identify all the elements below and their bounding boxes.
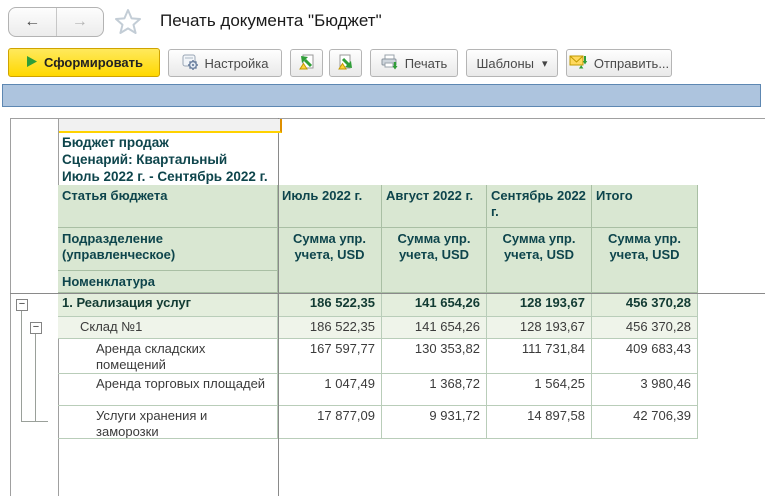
frozen-column-line [278,118,279,496]
header-department[interactable]: Подразделение (управленческое) [58,228,278,271]
move-left-button[interactable] [290,49,323,77]
generate-button-label: Сформировать [44,55,143,70]
forward-arrow-icon: → [72,13,88,31]
templates-button-label: Шаблоны [476,56,534,71]
header-august[interactable]: Август 2022 г. [382,185,487,228]
frozen-row-line [10,293,765,294]
cell-value[interactable]: 3 980,46 [592,374,698,406]
page-title: Печать документа "Бюджет" [160,11,382,31]
header-nomenclature[interactable]: Номенклатура [58,271,278,293]
selected-cell[interactable] [59,119,282,133]
cell-value[interactable]: 186 522,35 [278,293,382,317]
send-button-label: Отправить... [594,56,669,71]
header-measure[interactable]: Сумма упр. учета, USD [487,228,592,293]
info-bar[interactable] [2,84,761,107]
cell-value[interactable]: 17 877,09 [278,406,382,439]
cell-value[interactable]: 409 683,43 [592,339,698,374]
row-label[interactable]: Склад №1 [58,317,278,339]
print-button-label: Печать [405,56,448,71]
cell-value[interactable]: 141 654,26 [382,317,487,339]
row-label[interactable]: Аренда торговых площадей [58,374,278,406]
header-total[interactable]: Итого [592,185,698,228]
back-arrow-icon: ← [24,13,40,31]
templates-button[interactable]: Шаблоны ▾ [466,49,558,77]
report-title[interactable]: Бюджет продаж Сценарий: Квартальный Июль… [62,134,268,185]
envelope-icon [569,54,588,72]
header-measure[interactable]: Сумма упр. учета, USD [278,228,382,293]
group-bracket-line [21,311,22,421]
print-button[interactable]: Печать [370,49,458,77]
header-measure[interactable]: Сумма упр. учета, USD [382,228,487,293]
header-budget-item[interactable]: Статья бюджета [58,185,278,228]
back-button[interactable]: ← [9,8,57,36]
forward-button[interactable]: → [57,8,104,36]
cell-value[interactable]: 186 522,35 [278,317,382,339]
report-title-line: Бюджет продаж [62,134,268,151]
chevron-down-icon: ▾ [542,57,548,70]
cell-value[interactable]: 456 370,28 [592,293,698,317]
doc-arrow-left-icon [298,53,316,74]
cell-value[interactable]: 1 368,72 [382,374,487,406]
header-measure[interactable]: Сумма упр. учета, USD [592,228,698,293]
collapse-group-button[interactable]: − [30,322,42,334]
cell-value[interactable]: 141 654,26 [382,293,487,317]
app-window: ← → Печать документа "Бюджет" Сформирова… [0,0,765,496]
header-july[interactable]: Июль 2022 г. [278,185,382,228]
doc-arrow-right-icon [337,53,355,74]
row-label[interactable]: 1. Реализация услуг [58,293,278,317]
cell-value[interactable]: 9 931,72 [382,406,487,439]
cell-value[interactable]: 42 706,39 [592,406,698,439]
printer-icon [381,54,399,73]
cell-value[interactable]: 128 193,67 [487,317,592,339]
cell-value[interactable]: 14 897,58 [487,406,592,439]
row-label[interactable]: Аренда складских помещений [58,339,278,374]
gear-icon [182,54,199,73]
cell-value[interactable]: 111 731,84 [487,339,592,374]
cell-value[interactable]: 130 353,82 [382,339,487,374]
group-bracket-line [35,334,36,421]
cell-value[interactable]: 167 597,77 [278,339,382,374]
cell-value[interactable]: 128 193,67 [487,293,592,317]
group-bracket-line [21,421,48,422]
report-title-line: Июль 2022 г. - Сентябрь 2022 г. [62,168,268,185]
collapse-group-button[interactable]: − [16,299,28,311]
report-title-line: Сценарий: Квартальный [62,151,268,168]
generate-button[interactable]: Сформировать [8,48,160,77]
settings-button[interactable]: Настройка [168,49,282,77]
settings-button-label: Настройка [205,56,269,71]
move-right-button[interactable] [329,49,362,77]
history-nav-group: ← → [8,7,104,37]
cell-value[interactable]: 1 047,49 [278,374,382,406]
send-button[interactable]: Отправить... [566,49,672,77]
favorite-star-icon[interactable] [112,6,144,38]
cell-value[interactable]: 1 564,25 [487,374,592,406]
sheet-left-line [10,118,11,496]
cell-value[interactable]: 456 370,28 [592,317,698,339]
header-september[interactable]: Сентябрь 2022 г. [487,185,592,228]
play-icon [25,55,38,71]
row-label[interactable]: Услуги хранения и заморозки [58,406,278,439]
